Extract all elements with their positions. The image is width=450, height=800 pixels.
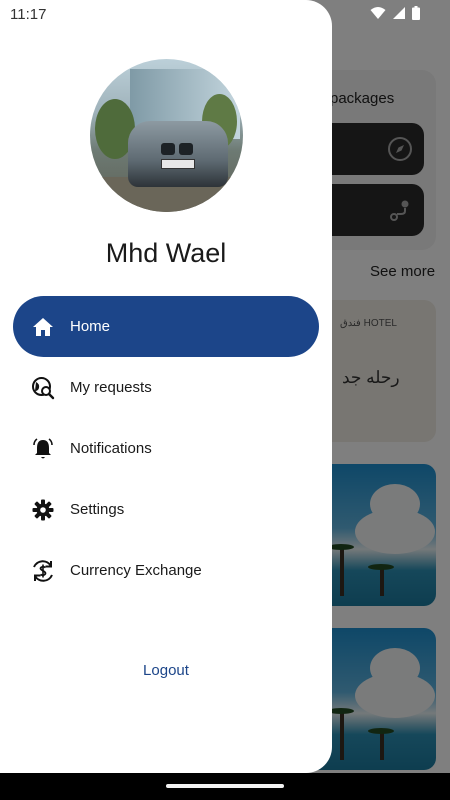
menu-item-label: My requests xyxy=(70,379,152,396)
travel-search-icon xyxy=(30,375,56,401)
navigation-drawer: Mhd Wael Home My requests Notifications … xyxy=(0,0,332,773)
menu-item-label: Settings xyxy=(70,501,125,518)
avatar[interactable] xyxy=(90,59,243,212)
status-bar: 11:17 xyxy=(0,0,450,28)
home-gesture-handle[interactable] xyxy=(166,784,284,788)
user-name: Mhd Wael xyxy=(105,238,227,268)
home-icon xyxy=(30,314,56,340)
signal-icon xyxy=(393,7,405,19)
menu-item-settings[interactable]: Settings xyxy=(0,479,332,540)
drawer-menu: Home My requests Notifications Settings … xyxy=(0,296,332,601)
currency-exchange-icon xyxy=(30,558,56,584)
menu-item-my-requests[interactable]: My requests xyxy=(0,357,332,418)
menu-item-label: Home xyxy=(70,318,111,335)
wifi-icon xyxy=(370,7,386,19)
menu-item-label: Currency Exchange xyxy=(70,562,202,579)
menu-item-home[interactable]: Home xyxy=(13,296,319,357)
status-time: 11:17 xyxy=(10,6,47,23)
gear-icon xyxy=(30,497,56,523)
menu-item-currency-exchange[interactable]: Currency Exchange xyxy=(0,540,332,601)
menu-item-notifications[interactable]: Notifications xyxy=(0,418,332,479)
menu-item-label: Notifications xyxy=(70,440,152,457)
battery-icon xyxy=(412,6,420,20)
logout-button[interactable]: Logout xyxy=(0,662,332,679)
bell-icon xyxy=(30,436,56,462)
system-navigation-bar xyxy=(0,773,450,800)
